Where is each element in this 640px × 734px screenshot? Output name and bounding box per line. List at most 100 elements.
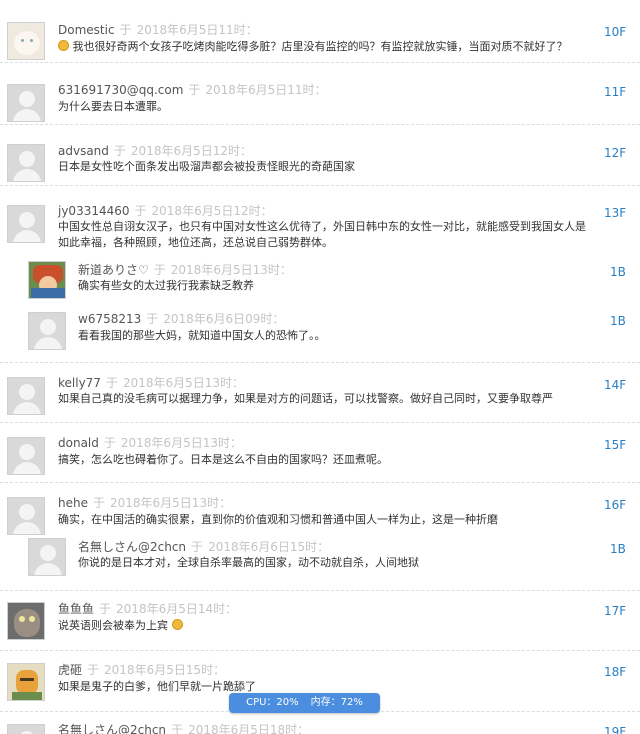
comment-meta: 新道ありさ♡ 于 2018年6月5日13时： bbox=[78, 262, 292, 278]
comment-yu: 于 bbox=[119, 23, 132, 37]
user-avatar[interactable] bbox=[7, 144, 45, 182]
comment-author[interactable]: kelly77 bbox=[58, 376, 101, 390]
comment-item: 631691730@qq.com 于 2018年6月5日11时： 11F 为什么要去… bbox=[0, 72, 640, 125]
comment-author[interactable]: 虎砸 bbox=[58, 663, 82, 677]
comment-yu: 于 bbox=[105, 376, 118, 390]
floor-number: 16F bbox=[604, 498, 627, 512]
comment-text: 为什么要去日本遭罪。 bbox=[58, 100, 168, 113]
comment-meta: hehe 于 2018年6月5日13时： bbox=[58, 495, 231, 511]
smiley-emoji-icon bbox=[58, 40, 69, 51]
comment-text: 如果是鬼子的白爹，他们早就一片跪舔了 bbox=[58, 680, 256, 693]
comment-text-content: 说英语则会被奉为上宾 bbox=[58, 619, 168, 632]
comment-item: hehe 于 2018年6月5日13时： 16F 确实，在中国活的确实很累，直到你的… bbox=[0, 485, 640, 535]
comment-yu: 于 bbox=[188, 83, 201, 97]
comment-yu: 于 bbox=[113, 144, 126, 158]
comment-text: 你说的是日本才对，全球自杀率最高的国家，动不动就自杀，人间地狱 bbox=[78, 556, 419, 569]
reply-item: 名無しさん@2chcn 于 2018年6月6日15时： 1B 你说的是日本才对，全球… bbox=[0, 530, 640, 591]
smiley-emoji-icon bbox=[171, 619, 183, 630]
comment-author[interactable]: jy03314460 bbox=[58, 204, 130, 218]
floor-number: 18F bbox=[604, 665, 627, 679]
comment-yu: 于 bbox=[103, 436, 116, 450]
comment-author[interactable]: 鱼鱼鱼 bbox=[58, 602, 94, 616]
user-avatar[interactable] bbox=[7, 22, 45, 60]
comment-author[interactable]: advsand bbox=[58, 144, 109, 158]
user-avatar[interactable] bbox=[7, 84, 45, 122]
comment-date: 2018年6月5日12时： bbox=[151, 204, 273, 218]
comment-date: 2018年6月6日09时： bbox=[163, 312, 285, 326]
user-avatar[interactable] bbox=[28, 261, 66, 299]
comment-yu: 于 bbox=[99, 602, 112, 616]
floor-number: 13F bbox=[604, 206, 627, 220]
user-avatar[interactable] bbox=[7, 724, 45, 734]
comment-text-content: 我也很好奇两个女孩子吃烤肉能吃得多脏？店里没有监控的吗？有监控就放实锤，当面对质… bbox=[72, 40, 568, 53]
cpu-usage: CPU：20% bbox=[246, 697, 299, 708]
comment-yu: 于 bbox=[92, 496, 105, 510]
comment-date: 2018年6月5日18时： bbox=[188, 723, 310, 734]
comment-date: 2018年6月6日15时： bbox=[208, 540, 330, 554]
comment-author[interactable]: Domestic bbox=[58, 23, 115, 37]
comment-text-line2: 如此幸福，各种照顾，地位还高，还总说自己弱势群体。 bbox=[58, 236, 333, 249]
comment-item: donald 于 2018年6月5日13时： 15F 搞笑，怎么吃也碍着你了。日本是… bbox=[0, 425, 640, 483]
comment-date: 2018年6月5日15时： bbox=[104, 663, 226, 677]
comment-item: 鱼鱼鱼于 2018年6月5日14时： 17F 说英语则会被奉为上宾 bbox=[0, 592, 640, 651]
comment-yu: 于 bbox=[171, 723, 184, 734]
floor-number: 11F bbox=[604, 85, 627, 99]
comment-meta: jy03314460 于 2018年6月5日12时： bbox=[58, 203, 273, 219]
comment-author[interactable]: 新道ありさ♡ bbox=[78, 263, 149, 277]
floor-number: 19F bbox=[604, 725, 627, 734]
comment-text: 搞笑，怎么吃也碍着你了。日本是这么不自由的国家吗？还皿煮呢。 bbox=[58, 453, 388, 466]
comment-author[interactable]: donald bbox=[58, 436, 99, 450]
comment-meta: 虎砸于 2018年6月5日15时： bbox=[58, 662, 225, 678]
comment-yu: 于 bbox=[134, 204, 147, 218]
comment-text: 说英语则会被奉为上宾 bbox=[58, 618, 183, 634]
comment-meta: w6758213 于 2018年6月6日09时： bbox=[78, 311, 284, 327]
floor-number: 12F bbox=[604, 146, 627, 160]
user-avatar[interactable] bbox=[7, 377, 45, 415]
comment-date: 2018年6月5日12时： bbox=[130, 144, 253, 158]
comment-meta: 鱼鱼鱼于 2018年6月5日14时： bbox=[58, 601, 237, 617]
comment-meta: 名無しさん@2chcn 于 2018年6月5日18时： bbox=[58, 722, 309, 734]
floor-number: 15F bbox=[604, 438, 627, 452]
comment-text: 确实，在中国活的确实很累，直到你的价值观和习惯和普通中国人一样为止，这是一种折磨 bbox=[58, 513, 498, 526]
comment-meta: Domestic 于 2018年6月5日11时： bbox=[58, 22, 258, 38]
comment-date: 2018年6月5日14时： bbox=[116, 602, 238, 616]
memory-usage: 内存：72% bbox=[310, 697, 363, 708]
comment-author[interactable]: w6758213 bbox=[78, 312, 141, 326]
floor-number: 1B bbox=[610, 542, 626, 556]
floor-number: 1B bbox=[610, 314, 626, 328]
comment-meta: donald 于 2018年6月5日13时： bbox=[58, 435, 242, 451]
floor-number: 14F bbox=[604, 378, 627, 392]
comment-author[interactable]: hehe bbox=[58, 496, 88, 510]
comment-text: 看看我国的那些大妈，就知道中国女人的恐怖了。。 bbox=[78, 329, 326, 342]
user-avatar[interactable] bbox=[28, 312, 66, 350]
comment-yu: 于 bbox=[146, 312, 159, 326]
user-avatar[interactable] bbox=[7, 602, 45, 640]
system-monitor-badge[interactable]: CPU：20% 内存：72% bbox=[229, 693, 380, 713]
user-avatar[interactable] bbox=[7, 663, 45, 701]
comment-meta: 名無しさん@2chcn 于 2018年6月6日15时： bbox=[78, 539, 329, 555]
comment-date: 2018年6月5日11时： bbox=[205, 83, 327, 97]
comment-yu: 于 bbox=[153, 263, 166, 277]
comment-date: 2018年6月5日13时： bbox=[120, 436, 242, 450]
comment-author[interactable]: 名無しさん@2chcn bbox=[78, 540, 186, 554]
reply-item: w6758213 于 2018年6月6日09时： 1B 看看我国的那些大妈，就知道中… bbox=[0, 302, 640, 363]
comment-meta: advsand 于 2018年6月5日12时： bbox=[58, 143, 252, 159]
comment-yu: 于 bbox=[191, 540, 204, 554]
comment-item: advsand 于 2018年6月5日12时： 12F 日本是女性吃个面条发出吸溜声… bbox=[0, 133, 640, 186]
comment-item: 名無しさん@2chcn 于 2018年6月5日18时： 19F bbox=[0, 714, 640, 734]
comment-text: 如果自己真的没毛病可以据理力争，如果是对方的问题话，可以找警察。做好自己同时，又… bbox=[58, 392, 553, 405]
comment-item: kelly77 于 2018年6月5日13时： 14F 如果自己真的没毛病可以据理力… bbox=[0, 365, 640, 423]
user-avatar[interactable] bbox=[7, 205, 45, 243]
comment-yu: 于 bbox=[87, 663, 100, 677]
floor-number: 17F bbox=[604, 604, 627, 618]
comment-text: 日本是女性吃个面条发出吸溜声都会被投责怪眼光的奇葩国家 bbox=[58, 160, 355, 173]
comment-date: 2018年6月5日13时： bbox=[110, 496, 232, 510]
comment-author[interactable]: 名無しさん@2chcn bbox=[58, 723, 166, 734]
comment-text: 我也很好奇两个女孩子吃烤肉能吃得多脏？店里没有监控的吗？有监控就放实锤，当面对质… bbox=[58, 39, 568, 55]
user-avatar[interactable] bbox=[28, 538, 66, 576]
comment-author[interactable]: 631691730@qq.com bbox=[58, 83, 183, 97]
comment-text: 确实有些女的太过我行我素缺乏教养 bbox=[78, 279, 254, 292]
user-avatar[interactable] bbox=[7, 437, 45, 475]
comment-item: Domestic 于 2018年6月5日11时： 10F 我也很好奇两个女孩子吃烤肉… bbox=[0, 12, 640, 63]
comment-date: 2018年6月5日13时： bbox=[122, 376, 245, 390]
